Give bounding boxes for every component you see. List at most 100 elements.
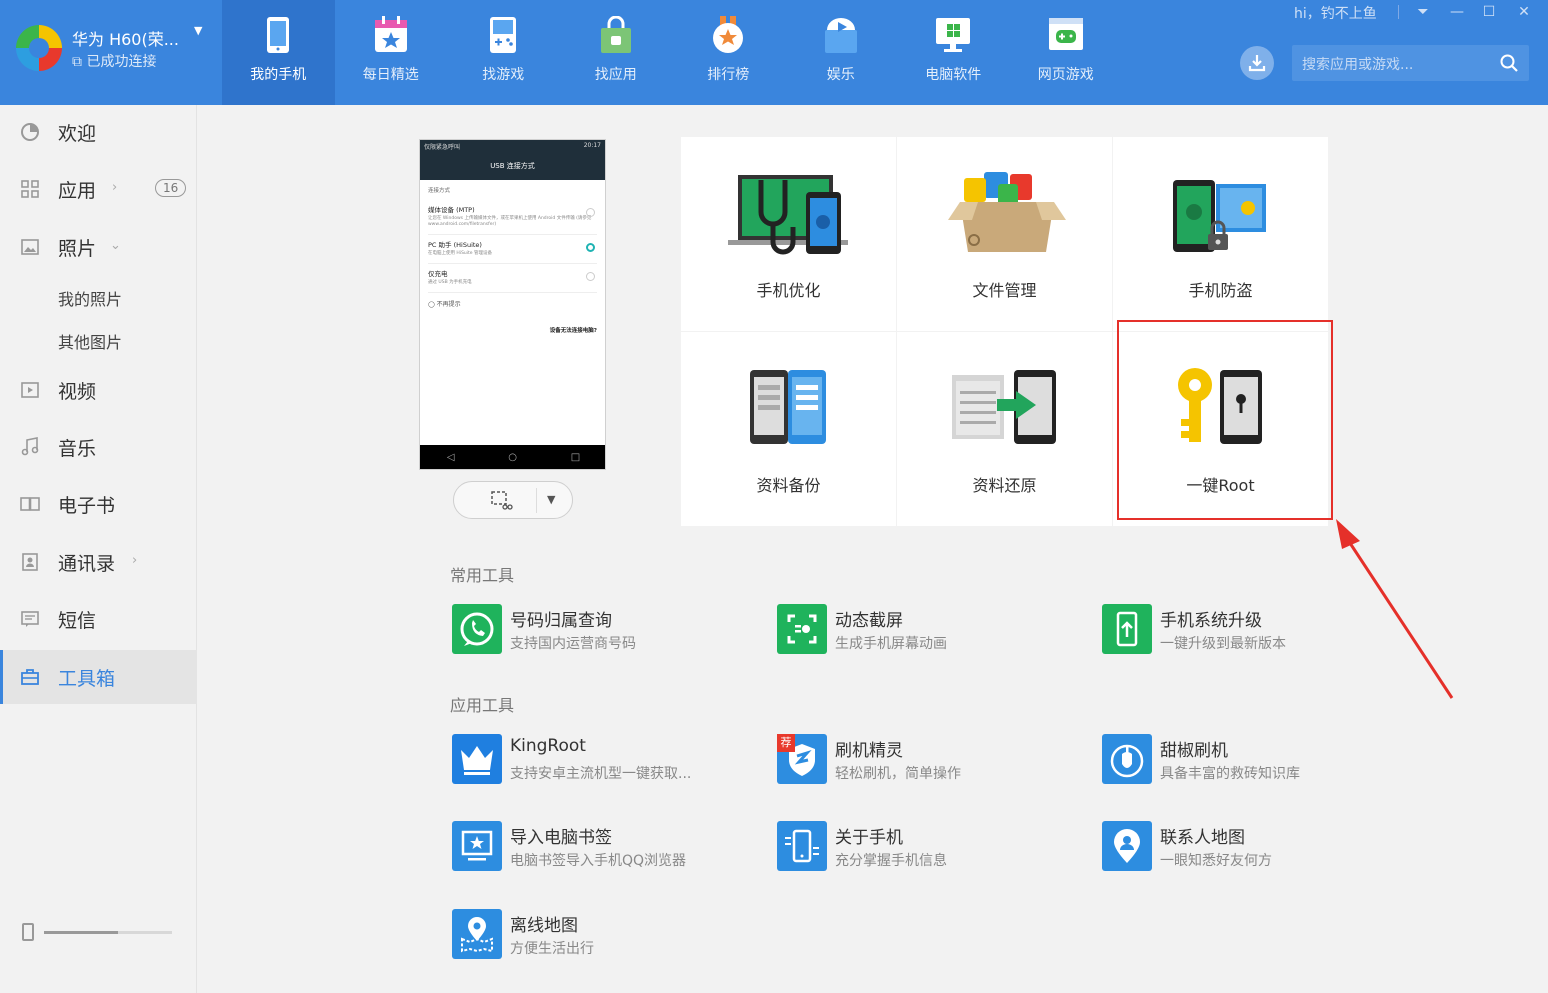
shopping-bag-icon: [600, 16, 631, 53]
top-bar: 华为 H60(荣... ⧉ 已成功连接 ▼ 我的手机 每日精选 找游戏 找应用 …: [0, 0, 1548, 105]
sidebar-item-label: 短信: [58, 610, 97, 632]
tile-label: 资料备份: [756, 476, 821, 495]
search-placeholder: 搜索应用或游戏...: [1302, 57, 1414, 73]
storage-usage-bar: [44, 931, 172, 934]
tab-daily-picks[interactable]: 每日精选: [335, 0, 448, 105]
phone-call-icon: [452, 604, 502, 654]
search-icon[interactable]: [1500, 54, 1518, 72]
link-icon: ⧉: [72, 54, 87, 70]
tile-file-manager[interactable]: 文件管理: [897, 137, 1112, 331]
phone-option-desc: 通过 USB 为手机充电: [428, 280, 472, 285]
close-icon[interactable]: ✕: [1515, 4, 1533, 20]
backup-phones-icon: [750, 370, 826, 444]
tab-web-games[interactable]: 网页游戏: [1010, 0, 1123, 105]
tool-pepper-flash[interactable]: 甜椒刷机 具备丰富的救砖知识库: [1102, 734, 1402, 788]
download-button[interactable]: [1240, 46, 1274, 80]
app-tools-title: 应用工具: [450, 696, 515, 715]
tab-entertainment[interactable]: 娱乐: [785, 0, 898, 105]
tool-number-lookup[interactable]: 号码归属查询 支持国内运营商号码: [452, 604, 752, 658]
tab-my-phone[interactable]: 我的手机: [222, 0, 335, 105]
phone-option-title: 媒体设备 (MTP): [428, 206, 475, 214]
tool-flash-wizard[interactable]: 荐 刷机精灵 轻松刷机，简单操作: [777, 734, 1077, 788]
storage-phone-icon: [22, 923, 34, 941]
sidebar-item-video[interactable]: 视频: [0, 363, 197, 417]
tab-rankings[interactable]: 排行榜: [672, 0, 785, 105]
divider: [536, 488, 537, 513]
tool-desc: 生成手机屏幕动画: [835, 636, 947, 652]
screenshot-button[interactable]: ▼: [453, 481, 573, 519]
tool-name: 关于手机: [835, 828, 903, 848]
tool-name: 刷机精灵: [835, 741, 903, 761]
sidebar-item-toolbox[interactable]: 工具箱: [0, 650, 197, 704]
tile-anti-theft[interactable]: 手机防盗: [1113, 137, 1328, 331]
sidebar-subitem-my-photos[interactable]: 我的照片: [58, 286, 122, 310]
user-greeting[interactable]: hi，钓不上鱼: [1294, 3, 1377, 23]
sidebar-item-contacts[interactable]: 通讯录 ›: [0, 535, 197, 589]
tool-desc: 一眼知悉好友何方: [1160, 853, 1272, 869]
tool-system-upgrade[interactable]: 手机系统升级 一键升级到最新版本: [1102, 604, 1402, 658]
device-selector[interactable]: 华为 H60(荣... ⧉ 已成功连接 ▼: [0, 0, 222, 105]
phone-body: 连接方式 媒体设备 (MTP) 让您在 Windows 上传输媒体文件，或在苹果…: [420, 180, 605, 338]
phone-option: PC 助手 (HiSuite) 在电脑上使用 HiSuite 管理设备: [428, 235, 597, 264]
tile-phone-optimize[interactable]: 手机优化: [681, 137, 896, 331]
maximize-icon[interactable]: ☐: [1480, 4, 1498, 20]
chevron-down-icon[interactable]: ▼: [547, 493, 555, 506]
chevron-down-icon[interactable]: ▼: [194, 24, 202, 37]
gameboy-icon: [490, 17, 516, 53]
message-icon: [21, 611, 39, 627]
sidebar-item-apps[interactable]: 应用 › 16: [0, 162, 197, 216]
phone-status-left: 仅限紧急呼叫: [424, 144, 461, 151]
file-box-icon: [948, 172, 1066, 252]
phone-status-time: 20:17: [583, 142, 601, 149]
sidebar-item-sms[interactable]: 短信: [0, 592, 197, 646]
tile-label: 手机优化: [756, 281, 821, 300]
sidebar-item-label: 音乐: [58, 438, 97, 460]
tile-backup[interactable]: 资料备份: [681, 332, 896, 526]
tool-desc: 具备丰富的救砖知识库: [1160, 766, 1300, 782]
menu-icon[interactable]: ⏷: [1414, 4, 1432, 20]
phone-option: 仅充电 通过 USB 为手机充电: [428, 264, 597, 293]
pepper-icon: [1102, 734, 1152, 784]
calendar-star-icon: [374, 16, 407, 52]
tool-offline-map[interactable]: 离线地图 方便生活出行: [452, 909, 752, 963]
tab-label: 找游戏: [482, 67, 525, 83]
sidebar-item-music[interactable]: 音乐: [0, 420, 197, 474]
tool-contact-map[interactable]: 联系人地图 一眼知悉好友何方: [1102, 821, 1402, 875]
contact-pin-icon: [1102, 821, 1152, 871]
sidebar-item-welcome[interactable]: 欢迎: [0, 105, 197, 159]
tool-dynamic-screenshot[interactable]: 动态截屏 生成手机屏幕动画: [777, 604, 1077, 658]
phone-option: 媒体设备 (MTP) 让您在 Windows 上传输媒体文件，或在苹果机上使用 …: [428, 200, 597, 235]
tab-find-apps[interactable]: 找应用: [560, 0, 673, 105]
sidebar-item-label: 视频: [58, 381, 97, 403]
book-icon: [20, 497, 40, 511]
connection-status-text: 已成功连接: [86, 54, 157, 70]
sidebar-item-ebook[interactable]: 电子书: [0, 477, 197, 531]
sidebar-subitem-other-images[interactable]: 其他图片: [58, 329, 122, 353]
tool-import-bookmarks[interactable]: 导入电脑书签 电脑书签导入手机QQ浏览器: [452, 821, 752, 875]
tile-restore[interactable]: 资料还原: [897, 332, 1112, 526]
search-input[interactable]: 搜索应用或游戏...: [1292, 45, 1529, 81]
phone-header: USB 连接方式: [420, 154, 605, 180]
connection-status: ⧉ 已成功连接: [72, 51, 156, 71]
tool-name: KingRoot: [510, 736, 586, 756]
storage-usage-fill: [44, 931, 119, 934]
grid-icon: [21, 180, 39, 198]
sidebar: 欢迎 应用 › 16 照片 ⌄ 我的照片 其他图片 视频 音乐 电子书 通讯录 …: [0, 105, 197, 993]
screen-record-icon: [777, 604, 827, 654]
tool-desc: 支持国内运营商号码: [510, 636, 636, 652]
tab-pc-software[interactable]: 电脑软件: [897, 0, 1010, 105]
phone-section-title: 连接方式: [428, 188, 451, 194]
phone-option-desc: 让您在 Windows 上传输媒体文件，或在苹果机上使用 Android 文件传…: [428, 216, 592, 227]
tab-find-games[interactable]: 找游戏: [447, 0, 560, 105]
tool-desc: 方便生活出行: [510, 941, 594, 957]
tool-about-phone[interactable]: 关于手机 充分掌握手机信息: [777, 821, 1077, 875]
phone-option-desc: 在电脑上使用 HiSuite 管理设备: [428, 251, 492, 256]
sidebar-item-photos[interactable]: 照片 ⌄: [0, 220, 197, 274]
phone-upgrade-icon: [1102, 604, 1152, 654]
recent-apps-icon: □: [570, 451, 581, 463]
phone-screen-preview[interactable]: 仅限紧急呼叫 20:17 USB 连接方式 连接方式 媒体设备 (MTP) 让您…: [419, 139, 606, 470]
tool-kingroot[interactable]: KingRoot 支持安卓主流机型一键获取...: [452, 734, 752, 788]
minimize-icon[interactable]: —: [1448, 4, 1466, 20]
device-name: 华为 H60(荣...: [72, 30, 179, 49]
tab-label: 电脑软件: [925, 67, 982, 83]
